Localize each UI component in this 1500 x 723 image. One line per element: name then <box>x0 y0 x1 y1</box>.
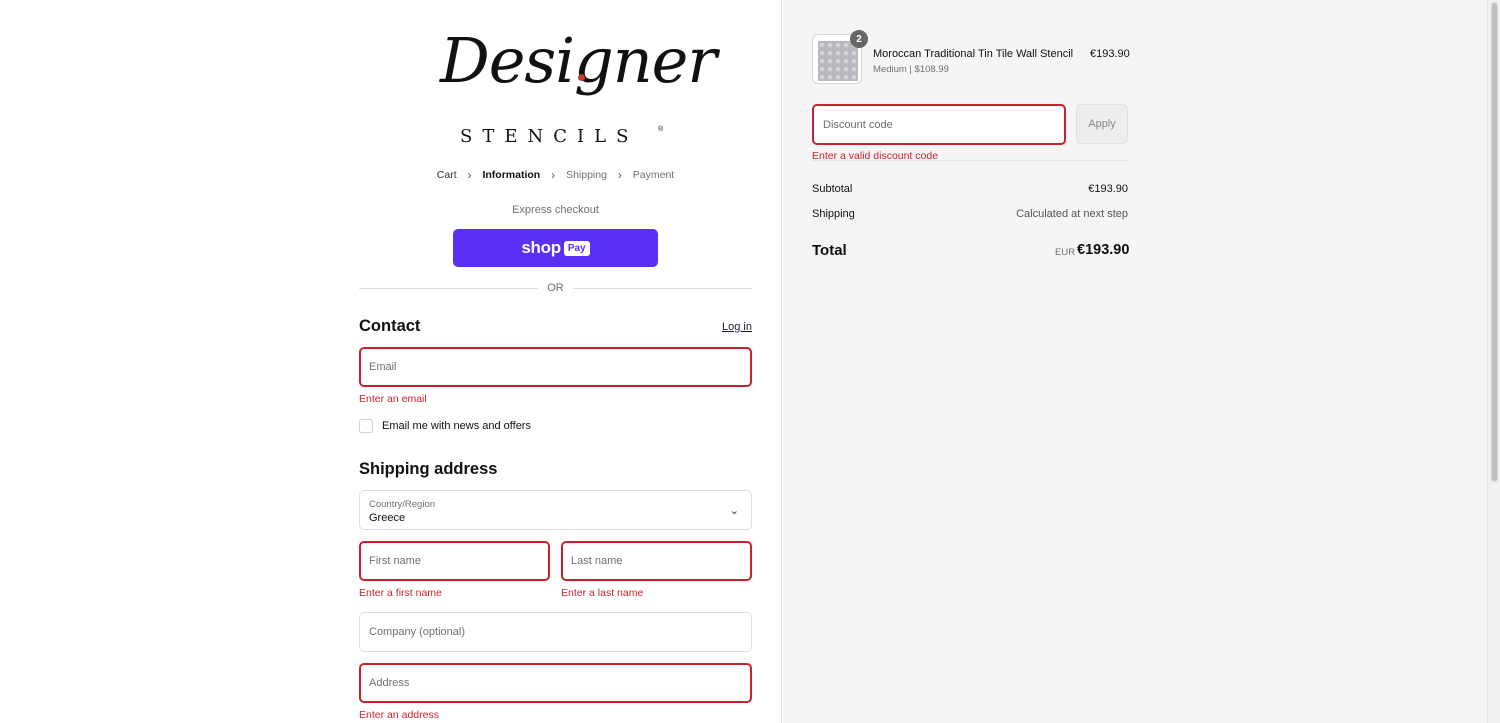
subtotal-label: Subtotal <box>812 183 853 195</box>
first-name-error: Enter a first name <box>359 587 442 599</box>
email-field[interactable] <box>359 347 752 387</box>
store-logo[interactable]: Designer STENCILS ® <box>440 24 717 154</box>
express-checkout-label: Express checkout <box>512 204 599 216</box>
first-name-input[interactable] <box>369 555 548 567</box>
chevron-right-icon: › <box>551 168 556 182</box>
logo-script: Designer <box>440 24 717 97</box>
quantity-badge: 2 <box>850 30 868 48</box>
product-name: Moroccan Traditional Tin Tile Wall Stenc… <box>873 48 1074 60</box>
newsletter-option[interactable]: Email me with news and offers <box>359 419 531 433</box>
shipping-value: Calculated at next step <box>1016 208 1128 220</box>
address-input[interactable] <box>369 677 750 689</box>
last-name-field[interactable] <box>561 541 752 581</box>
chevron-right-icon: › <box>467 168 472 182</box>
shipping-label: Shipping <box>812 208 855 220</box>
divider-line <box>573 288 752 289</box>
email-error: Enter an email <box>359 393 427 405</box>
breadcrumb-information: Information <box>482 169 541 181</box>
logo-subtitle: STENCILS <box>460 126 639 147</box>
login-link[interactable]: Log in <box>722 321 752 333</box>
country-value: Greece <box>369 512 406 524</box>
email-input[interactable] <box>369 361 750 373</box>
discount-input[interactable] <box>823 118 1064 131</box>
shop-pay-wordmark: shop <box>521 238 561 257</box>
total-value: €193.90 <box>1077 242 1130 258</box>
country-label: Country/Region <box>369 499 436 510</box>
first-name-field[interactable] <box>359 541 550 581</box>
shop-pay-badge: Pay <box>563 240 590 256</box>
contact-heading: Contact <box>359 317 421 335</box>
total-label: Total <box>812 242 847 259</box>
apply-button[interactable]: Apply <box>1076 104 1128 144</box>
breadcrumb-payment: Payment <box>632 169 675 181</box>
newsletter-checkbox[interactable] <box>359 419 373 433</box>
logo-registered: ® <box>658 126 664 133</box>
checkout-main: Designer STENCILS ® Cart › Information ›… <box>0 0 782 723</box>
country-select[interactable]: Country/Region Greece ⌄ <box>359 490 752 530</box>
address-field[interactable] <box>359 663 752 703</box>
total-currency: EUR <box>1055 247 1076 258</box>
chevron-right-icon: › <box>617 168 622 182</box>
newsletter-label: Email me with news and offers <box>382 420 531 432</box>
product-price: €193.90 <box>1090 48 1130 60</box>
breadcrumb-shipping: Shipping <box>566 169 607 181</box>
chevron-down-icon: ⌄ <box>729 505 739 517</box>
product-variant: Medium | $108.99 <box>873 64 949 75</box>
breadcrumb: Cart › Information › Shipping › Payment <box>359 168 752 182</box>
logo-dot <box>578 74 585 81</box>
shipping-heading: Shipping address <box>359 460 498 478</box>
company-input[interactable] <box>369 626 751 638</box>
shop-pay-button[interactable]: shop Pay <box>453 229 658 267</box>
stencil-image <box>818 41 858 81</box>
last-name-input[interactable] <box>571 555 750 567</box>
page-scrollbar[interactable] <box>1487 0 1500 723</box>
company-field[interactable] <box>359 612 752 652</box>
summary-divider <box>812 160 1128 161</box>
address-error: Enter an address <box>359 709 439 721</box>
scrollbar-thumb[interactable] <box>1491 2 1498 482</box>
breadcrumb-cart[interactable]: Cart <box>437 169 457 181</box>
checkout-page: Designer STENCILS ® Cart › Information ›… <box>0 0 1500 723</box>
last-name-error: Enter a last name <box>561 587 644 599</box>
discount-field[interactable] <box>812 104 1066 145</box>
subtotal-value: €193.90 <box>1088 183 1128 195</box>
or-divider: OR <box>359 282 752 296</box>
